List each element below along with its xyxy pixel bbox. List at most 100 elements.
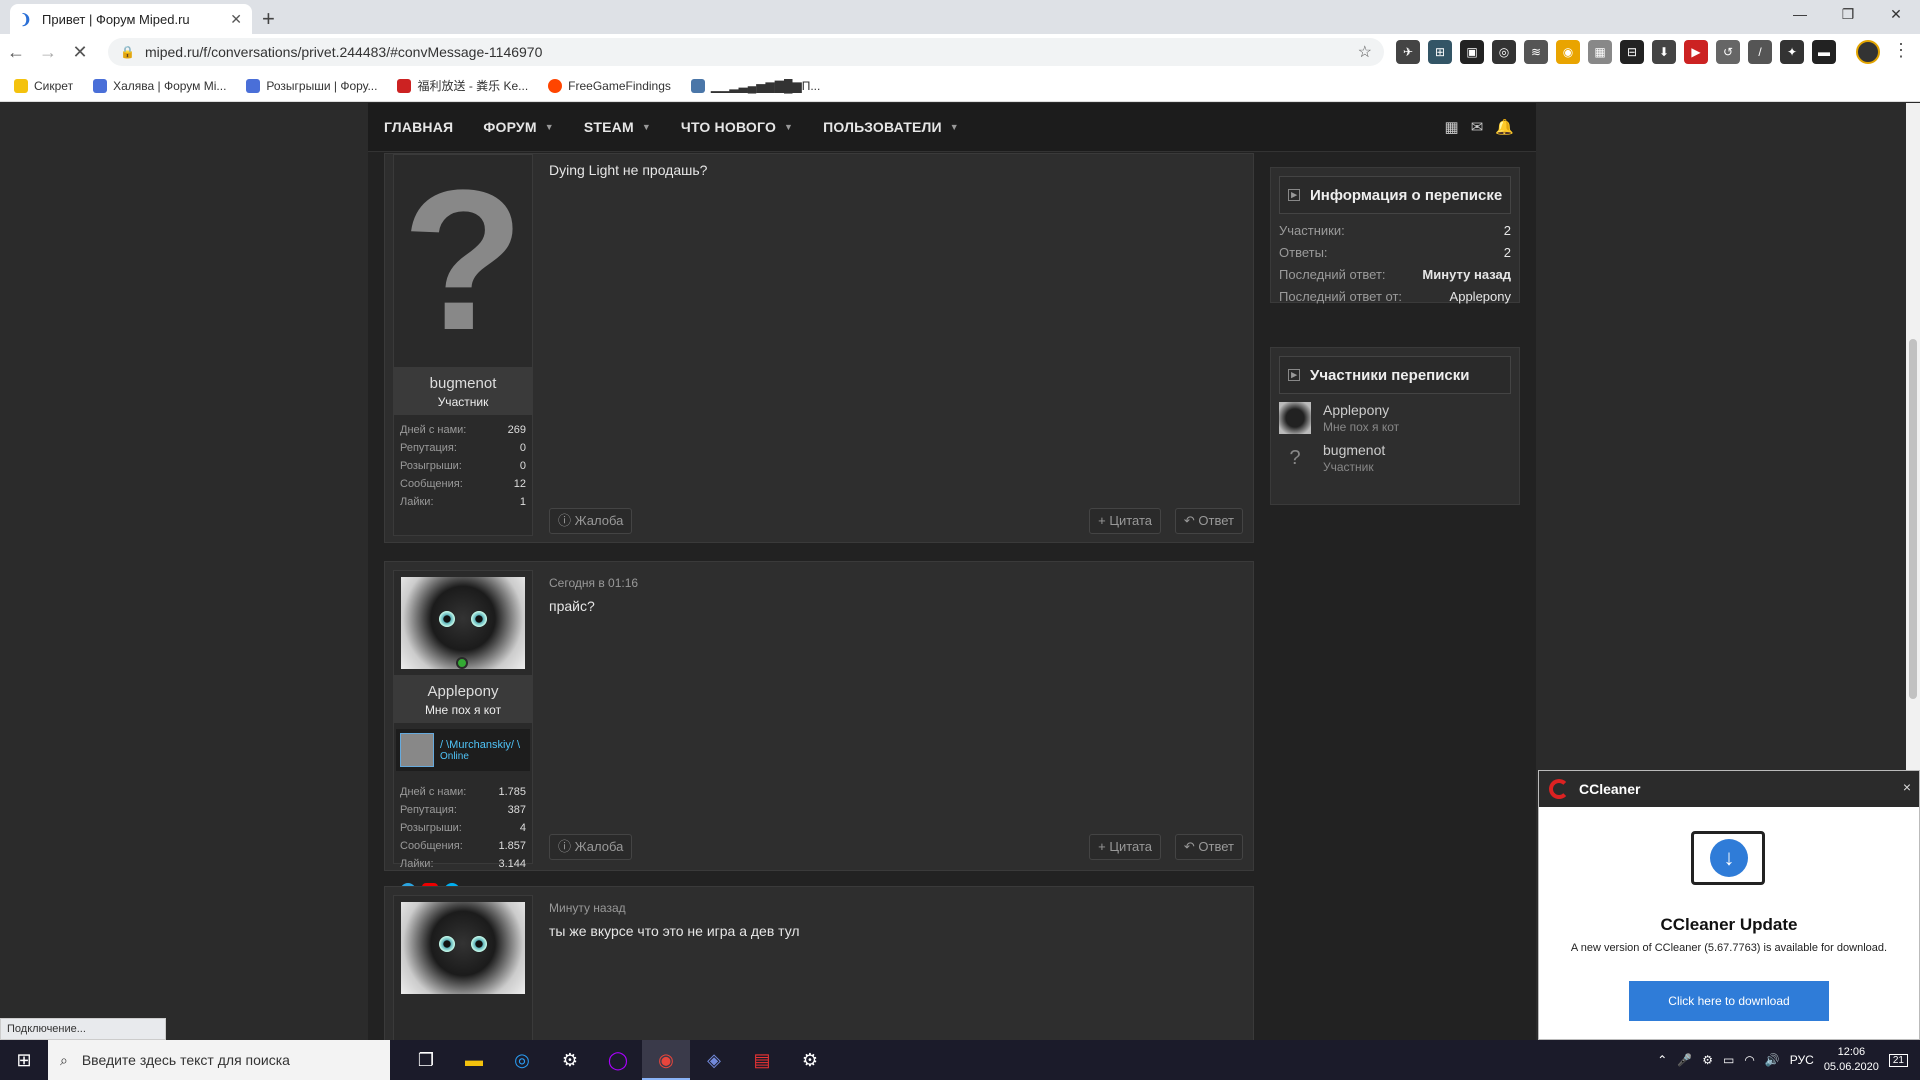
extension-icon[interactable]: ⬇	[1652, 40, 1676, 64]
file-explorer-icon[interactable]: ▬	[450, 1040, 498, 1080]
chevron-down-icon[interactable]: ▼	[784, 122, 793, 132]
participant-avatar[interactable]	[1279, 402, 1311, 434]
extension-icon[interactable]: /	[1748, 40, 1772, 64]
clock[interactable]: 12:06 05.06.2020	[1824, 1045, 1879, 1075]
nav-home[interactable]: ГЛАВНАЯ	[384, 119, 453, 135]
windows-start-icon[interactable]: ⊞	[0, 1050, 48, 1071]
chevron-down-icon[interactable]: ▼	[950, 122, 959, 132]
stop-loading-icon[interactable]: ✕	[64, 42, 96, 63]
app-icon[interactable]: ◯	[594, 1040, 642, 1080]
chevron-up-icon[interactable]: ⌃	[1657, 1053, 1667, 1067]
extension-icon[interactable]: ✈	[1396, 40, 1420, 64]
bell-icon[interactable]: 🔔	[1495, 118, 1514, 136]
extension-icon[interactable]: ▶	[1684, 40, 1708, 64]
participant-item[interactable]: ? bugmenot Участник	[1279, 442, 1511, 474]
download-button[interactable]: Click here to download	[1629, 981, 1829, 1021]
extension-icon[interactable]: ↺	[1716, 40, 1740, 64]
report-button[interactable]: ⓘ Жалоба	[549, 834, 633, 860]
participant-item[interactable]: Applepony Мне пох я кот	[1279, 402, 1511, 434]
extension-icon[interactable]: ⊟	[1620, 40, 1644, 64]
app-icon[interactable]: ◎	[498, 1040, 546, 1080]
bookmark-item[interactable]: FreeGameFindings	[548, 78, 671, 93]
extension-icon[interactable]: ▦	[1588, 40, 1612, 64]
restore-button[interactable]: ❐	[1824, 0, 1872, 30]
system-tray: ⌃ 🎤 ⚙ ▭ ◠ 🔊 РУС 12:06 05.06.2020 21	[1657, 1040, 1920, 1080]
extension-icon[interactable]: ◉	[1556, 40, 1580, 64]
menu-icon[interactable]: ⋮	[1892, 40, 1910, 61]
quote-button[interactable]: + Цитата	[1089, 508, 1161, 534]
avatar[interactable]	[394, 571, 532, 675]
bookmarks-bar: Сикрет Халява | Форум Mi... Розыгрыши | …	[0, 70, 1920, 102]
steam-icon[interactable]: ⚙	[786, 1040, 834, 1080]
forward-icon[interactable]: →	[32, 42, 64, 63]
last-reply-user-link[interactable]: Applepony	[1450, 286, 1511, 308]
bookmark-star-icon[interactable]: ☆	[1358, 42, 1372, 62]
steam-icon[interactable]: ⚙	[546, 1040, 594, 1080]
url-text[interactable]: miped.ru/f/conversations/privet.244483/#…	[145, 44, 1358, 60]
browser-toolbar: ← → ✕ 🔒 miped.ru/f/conversations/privet.…	[0, 34, 1920, 70]
nav-whats-new[interactable]: ЧТО НОВОГО ▼	[681, 119, 793, 135]
message-date[interactable]: Минуту назад	[549, 901, 1243, 915]
chrome-icon[interactable]: ◉	[642, 1040, 690, 1080]
steam-status: Online	[440, 750, 469, 762]
bookmark-item[interactable]: ▁▁▂▃▄▅▆▇█▆П...	[690, 78, 820, 93]
address-bar[interactable]: 🔒 miped.ru/f/conversations/privet.244483…	[108, 38, 1384, 66]
nav-members[interactable]: ПОЛЬЗОВАТЕЛИ ▼	[823, 119, 959, 135]
reply-button[interactable]: ↶ Ответ	[1174, 508, 1243, 534]
profile-avatar[interactable]	[1856, 40, 1880, 64]
notification-center-icon[interactable]: 21	[1888, 1053, 1908, 1067]
microphone-icon[interactable]: 🎤	[1677, 1053, 1692, 1067]
bookmark-item[interactable]: Сикрет	[14, 78, 73, 93]
nav-steam[interactable]: STEAM ▼	[584, 119, 651, 135]
message-actions: ⓘ Жалоба + Цитата ↶ Ответ	[549, 834, 1243, 860]
back-icon[interactable]: ←	[0, 42, 32, 63]
participant-name[interactable]: bugmenot	[1323, 442, 1385, 458]
chevron-down-icon[interactable]: ▼	[545, 122, 554, 132]
close-window-button[interactable]: ✕	[1872, 0, 1920, 30]
bookmark-item[interactable]: 福利放送 - 粪乐 Ke...	[397, 77, 528, 94]
participant-name[interactable]: Applepony	[1323, 402, 1399, 418]
collapse-icon[interactable]: ▸	[1288, 189, 1300, 201]
wifi-icon[interactable]: ◠	[1744, 1053, 1754, 1067]
reply-button[interactable]: ↶ Ответ	[1174, 834, 1243, 860]
language-indicator[interactable]: РУС	[1790, 1053, 1814, 1067]
extension-icon[interactable]: ✦	[1780, 40, 1804, 64]
folder-icon	[14, 78, 28, 93]
extension-icon[interactable]: ▣	[1460, 40, 1484, 64]
bookmark-item[interactable]: Халява | Форум Mi...	[93, 78, 226, 93]
network-icon[interactable]: ▭	[1723, 1053, 1734, 1067]
tab-close-icon[interactable]: ✕	[230, 11, 242, 28]
browser-tab[interactable]: ❩ Привет | Форум Miped.ru ✕	[10, 4, 252, 34]
nav-forum[interactable]: ФОРУМ ▼	[483, 119, 553, 135]
extension-icon[interactable]: ⊞	[1428, 40, 1452, 64]
steam-tray-icon[interactable]: ⚙	[1702, 1053, 1713, 1067]
taskbar-search[interactable]: ⌕ Введите здесь текст для поиска	[48, 1040, 390, 1080]
new-tab-button[interactable]: +	[262, 6, 275, 32]
discord-icon[interactable]: ◈	[690, 1040, 738, 1080]
message-text: ты же вкурсе что это не игра а дев тул	[549, 923, 800, 939]
username[interactable]: Applepony	[394, 683, 532, 700]
quote-button[interactable]: + Цитата	[1089, 834, 1161, 860]
bookmark-item[interactable]: Розыгрыши | Фору...	[246, 78, 377, 93]
extension-icon[interactable]: ▬	[1812, 40, 1836, 64]
inbox-icon[interactable]: ✉	[1471, 118, 1484, 136]
user-avatar-icon[interactable]: ▦	[1445, 118, 1459, 136]
extension-icon[interactable]: ◎	[1492, 40, 1516, 64]
default-avatar-icon[interactable]: ?	[1279, 442, 1311, 474]
collapse-icon[interactable]: ▸	[1288, 369, 1300, 381]
task-view-icon[interactable]: ❐	[402, 1040, 450, 1080]
volume-icon[interactable]: 🔊	[1765, 1053, 1780, 1067]
voicemeeter-icon[interactable]: ▤	[738, 1040, 786, 1080]
avatar[interactable]: ?	[394, 155, 532, 367]
scrollbar-thumb[interactable]	[1909, 339, 1917, 699]
minimize-button[interactable]: —	[1776, 0, 1824, 30]
chevron-down-icon[interactable]: ▼	[642, 122, 651, 132]
avatar[interactable]	[394, 896, 532, 1000]
steam-profile-widget[interactable]: / \Murchanskiy/ \ Online	[396, 729, 530, 771]
message-body: Сегодня в 01:16 прайс?	[549, 576, 1243, 614]
close-icon[interactable]: ×	[1903, 779, 1911, 795]
extension-icon[interactable]: ≋	[1524, 40, 1548, 64]
message-date[interactable]: Сегодня в 01:16	[549, 576, 1243, 590]
report-button[interactable]: ⓘ Жалоба	[549, 508, 633, 534]
username[interactable]: bugmenot	[394, 375, 532, 392]
